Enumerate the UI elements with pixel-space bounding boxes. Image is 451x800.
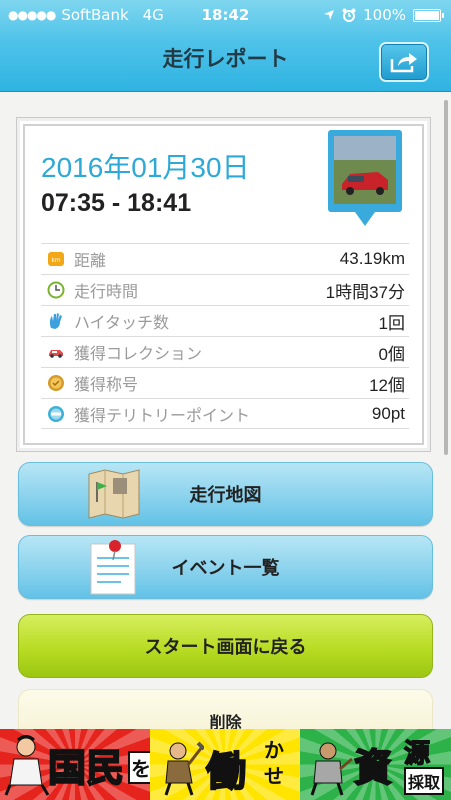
- ad-text: 資: [353, 745, 393, 791]
- medal-icon: [46, 373, 66, 393]
- ad-segment-red: 国民 を: [0, 729, 154, 800]
- stat-row-drive-time: 走行時間 1時間37分: [41, 274, 409, 305]
- events-button-label: イベント一覧: [171, 558, 280, 579]
- ad-segment-yellow: 働 かせ: [150, 729, 300, 800]
- back-to-start-button[interactable]: スタート画面に戻る: [18, 614, 433, 678]
- battery-percentage: 100%: [363, 6, 406, 24]
- map-button-label: 走行地図: [189, 485, 262, 506]
- ad-banner[interactable]: 国民 を 働 かせ 資 源 採取: [0, 729, 451, 800]
- photo-pin-icon[interactable]: [328, 130, 402, 230]
- map-icon: [88, 469, 140, 519]
- ad-text: 源: [403, 738, 431, 770]
- back-to-start-label: スタート画面に戻る: [144, 637, 307, 658]
- ad-text: 国民: [47, 745, 125, 791]
- stat-row-distance: km 距離 43.19km: [41, 243, 409, 274]
- memo-pin-icon: [90, 540, 136, 595]
- stat-value: 43.19km: [339, 249, 405, 268]
- ad-text: かせ: [264, 738, 284, 788]
- ad-text: 働: [205, 748, 247, 796]
- ad-text: 採取: [404, 767, 445, 795]
- stat-value: 90pt: [371, 403, 405, 423]
- battery-icon: [413, 8, 444, 22]
- stat-label: ハイタッチ数: [74, 313, 170, 332]
- location-arrow-icon: [324, 10, 335, 20]
- stat-label: 獲得テリトリーポイント: [74, 405, 251, 425]
- clock-icon: [46, 280, 66, 300]
- navigation-bar: ●●●●● SoftBank 4G 18:42 100% 走行レポート: [0, 0, 451, 92]
- scroll-indicator[interactable]: [444, 100, 448, 455]
- share-button[interactable]: [379, 42, 429, 82]
- stat-label: 獲得コレクション: [74, 344, 203, 363]
- stat-row-collection: 獲得コレクション 0個: [41, 336, 409, 367]
- stat-row-titles: 獲得称号 12個: [41, 367, 409, 398]
- stat-value: 1回: [378, 313, 405, 333]
- miner-illustration-icon: [310, 742, 353, 796]
- character-illustration-icon: [4, 735, 50, 796]
- report-date: 2016年01月30日: [41, 152, 250, 183]
- car-icon: [46, 342, 66, 362]
- stat-row-territory-points: 獲得テリトリーポイント 90pt: [41, 398, 409, 429]
- stats-list: km 距離 43.19km 走行時間 1時間37分 ハイタッチ数 1回 獲得コレ…: [41, 243, 409, 429]
- alarm-clock-icon: [342, 8, 356, 22]
- report-card: 2016年01月30日 07:35 - 18:41 km 距離 43.19km …: [16, 117, 431, 452]
- svg-text:km: km: [51, 257, 60, 264]
- high-five-icon: [46, 311, 66, 331]
- status-bar: ●●●●● SoftBank 4G 18:42 100%: [0, 0, 451, 32]
- share-icon: [390, 53, 417, 73]
- map-button[interactable]: 走行地図: [18, 462, 433, 526]
- stat-value: 1時間37分: [325, 282, 405, 302]
- stat-value: 12個: [369, 375, 405, 395]
- badge-icon: [46, 404, 66, 424]
- stat-label: 走行時間: [74, 282, 139, 301]
- report-time-range: 07:35 - 18:41: [41, 189, 192, 217]
- worker-illustration-icon: [164, 741, 204, 796]
- stat-label: 獲得称号: [74, 375, 139, 394]
- stat-value: 0個: [378, 344, 405, 364]
- stat-row-high-five: ハイタッチ数 1回: [41, 305, 409, 336]
- km-icon: km: [46, 249, 66, 269]
- stat-label: 距離: [74, 251, 107, 270]
- ad-segment-green: 資 源 採取: [300, 729, 451, 800]
- events-button[interactable]: イベント一覧: [18, 535, 433, 599]
